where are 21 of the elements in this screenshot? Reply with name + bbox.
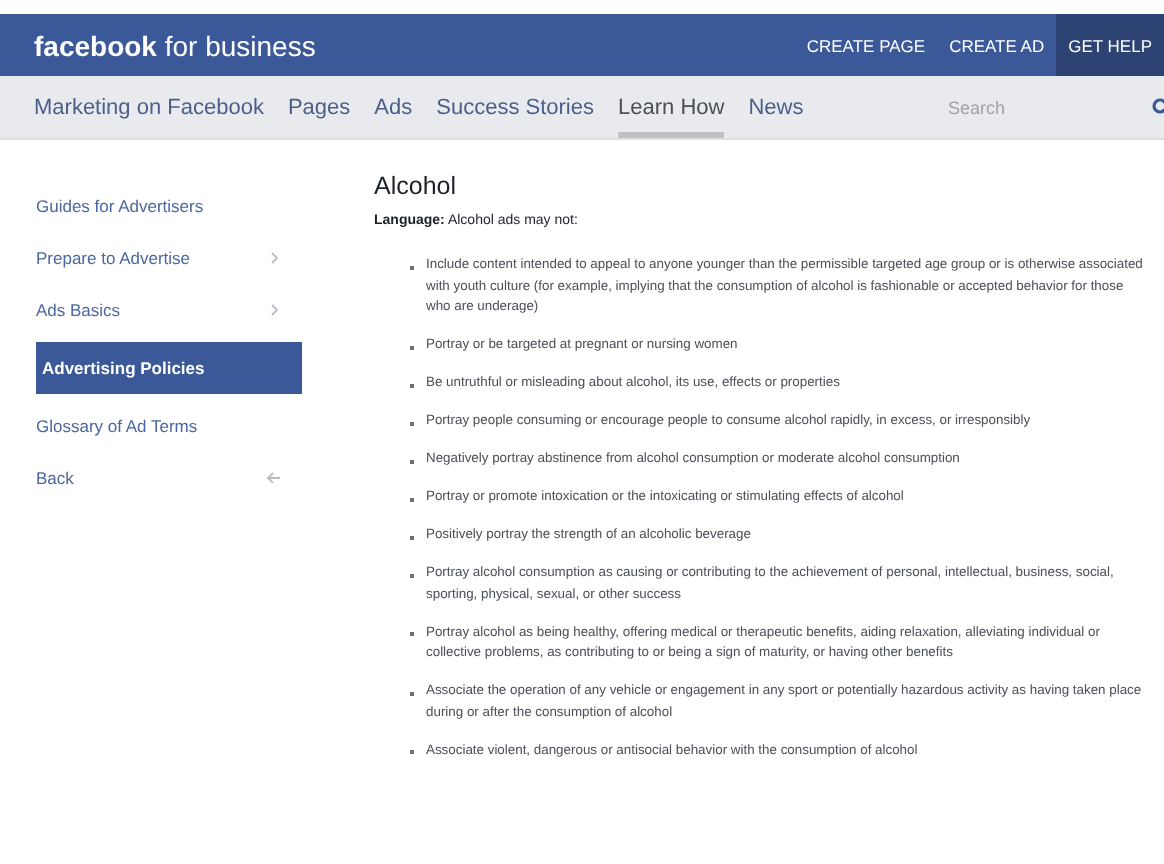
header-link[interactable]: CREATE PAGE <box>794 14 938 76</box>
nav-tab[interactable]: Pages <box>287 76 351 138</box>
sidebar-item[interactable]: Advertising Policies <box>36 342 302 394</box>
nav-tab[interactable]: Learn How <box>618 76 725 138</box>
nav-tab[interactable]: Success Stories <box>436 76 594 138</box>
logo[interactable]: facebook for business <box>34 29 795 61</box>
sidebar-item[interactable]: Guides for Advertisers <box>36 180 302 232</box>
nav-tab[interactable]: News <box>748 76 804 138</box>
nav-tab[interactable]: Ads <box>374 76 413 138</box>
sidebar-item[interactable]: Glossary of Ad Terms <box>36 400 302 452</box>
search-field[interactable]: Search <box>944 95 1132 119</box>
article-title: Alcohol <box>374 172 458 200</box>
chevron-right-icon <box>266 250 282 266</box>
nav-tab[interactable]: Marketing on Facebook <box>34 76 264 138</box>
sidebar-item[interactable]: Ads Basics <box>36 284 302 336</box>
sidebar-item[interactable]: Back <box>36 452 302 504</box>
header-link[interactable]: GET HELP <box>1056 14 1164 76</box>
arrow-left-icon <box>266 470 282 486</box>
header-link[interactable]: CREATE AD <box>937 14 1057 76</box>
chevron-right-icon <box>266 302 282 318</box>
sidebar-item[interactable]: Prepare to Advertise <box>36 232 302 284</box>
